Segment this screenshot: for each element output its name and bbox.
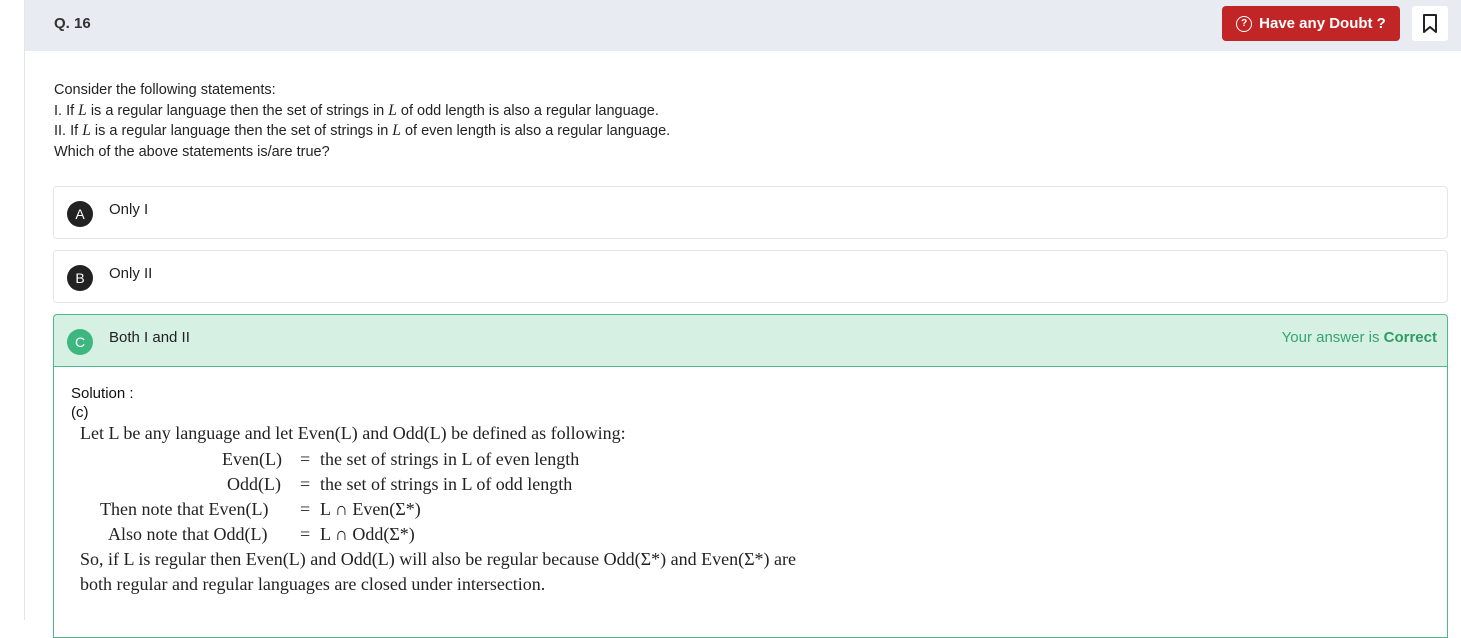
bookmark-icon <box>1423 13 1437 33</box>
option-b[interactable]: B Only II <box>53 250 1448 303</box>
statement-1: I. If L is a regular language then the s… <box>54 101 659 119</box>
also-lhs: Also note that Odd(L) <box>108 524 268 544</box>
option-a-letter: A <box>67 201 93 227</box>
then-rhs: L ∩ Even(Σ*) <box>320 499 421 519</box>
odd-eq: = <box>300 474 311 494</box>
have-doubt-button[interactable]: ? Have any Doubt ? <box>1222 6 1400 41</box>
odd-rhs: the set of strings in L of odd length <box>320 474 573 494</box>
even-lhs: Even(L) <box>222 449 282 469</box>
conclusion-line-2: both regular and regular languages are c… <box>80 574 546 594</box>
solution-answer: (c) <box>71 404 89 421</box>
also-eq: = <box>300 524 311 544</box>
solution-line-1: Let L be any language and let Even(L) an… <box>80 423 626 443</box>
option-b-text: Only II <box>109 265 153 282</box>
question-header: Q. 16 ? Have any Doubt ? <box>25 0 1461 51</box>
doubt-icon: ? <box>1236 15 1253 32</box>
conclusion-line-1: So, if L is regular then Even(L) and Odd… <box>80 549 797 569</box>
answer-result: Your answer is Correct <box>1281 329 1437 346</box>
left-border <box>24 0 25 620</box>
question-ask: Which of the above statements is/are tru… <box>54 143 330 160</box>
question-text: Consider the following statements: I. If… <box>54 80 670 162</box>
solution-title: Solution : <box>71 385 134 402</box>
option-c-letter: C <box>67 329 93 355</box>
have-doubt-label: Have any Doubt ? <box>1259 15 1386 32</box>
correct-badge: Correct <box>1383 329 1437 346</box>
option-a[interactable]: A Only I <box>53 186 1448 239</box>
question-intro: Consider the following statements: <box>54 82 276 98</box>
solution-panel: Solution : (c) Let L be any language and… <box>53 366 1448 638</box>
question-number: Q. 16 <box>54 15 91 32</box>
odd-lhs: Odd(L) <box>227 474 281 494</box>
option-c[interactable]: C Both I and II Your answer is Correct <box>53 314 1448 367</box>
option-b-letter: B <box>67 265 93 291</box>
bookmark-button[interactable] <box>1412 6 1448 41</box>
then-eq: = <box>300 499 311 519</box>
also-rhs: L ∩ Odd(Σ*) <box>320 524 415 544</box>
option-c-text: Both I and II <box>109 329 190 346</box>
option-a-text: Only I <box>109 201 149 218</box>
then-lhs: Then note that Even(L) <box>100 499 269 519</box>
statement-2: II. If L is a regular language then the … <box>54 122 671 139</box>
even-rhs: the set of strings in L of even length <box>320 449 580 469</box>
even-eq: = <box>300 449 311 469</box>
